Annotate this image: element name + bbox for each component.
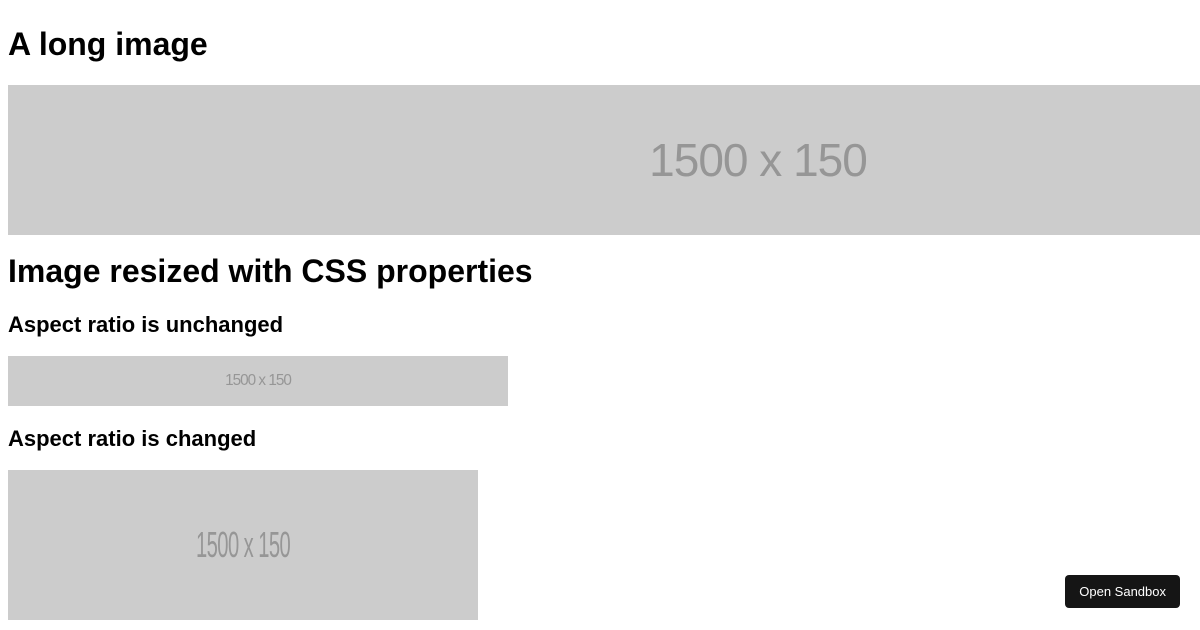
heading-long-image: A long image <box>8 26 1192 63</box>
heading-aspect-changed: Aspect ratio is changed <box>8 426 1192 452</box>
heading-resized-css: Image resized with CSS properties <box>8 253 1192 290</box>
placeholder-text: 1500 x 150 <box>649 133 867 187</box>
placeholder-image-small-changed: 1500 x 150 <box>8 470 478 620</box>
placeholder-text: 1500 x 150 <box>225 372 291 390</box>
placeholder-image-long: 1500 x 150 <box>8 85 1200 235</box>
open-sandbox-button[interactable]: Open Sandbox <box>1065 575 1180 608</box>
placeholder-text: 1500 x 150 <box>196 524 290 566</box>
heading-aspect-unchanged: Aspect ratio is unchanged <box>8 312 1192 338</box>
placeholder-image-small-unchanged: 1500 x 150 <box>8 356 508 406</box>
